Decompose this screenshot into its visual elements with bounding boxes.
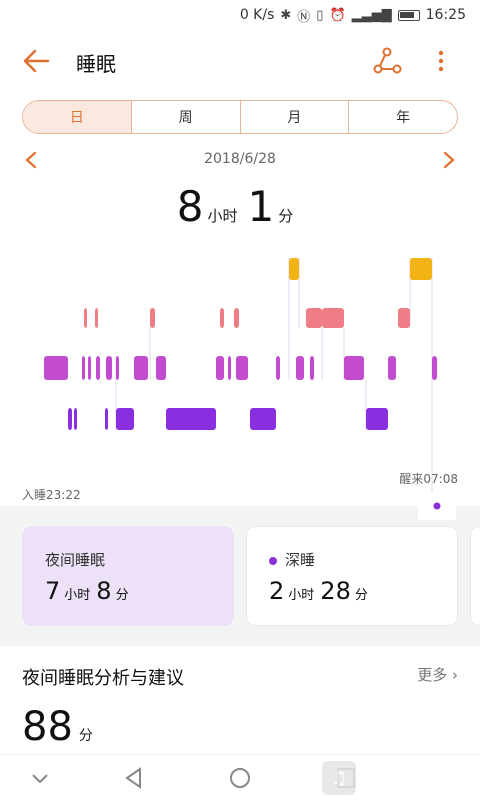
signal-icon: ▂▃▅▇ [351, 7, 392, 23]
sleep-start-label: 入睡23:22 [22, 488, 81, 502]
sleep-stage-segment-light [82, 356, 85, 380]
sleep-stage-segment-rem [150, 308, 155, 328]
night-sleep-label: 夜间睡眠 [45, 551, 106, 569]
sleep-stage-segment-rem [95, 308, 98, 328]
tab-week[interactable]: 周 [130, 101, 240, 133]
sleep-stage-segment-rem [234, 308, 239, 328]
hide-nav-icon[interactable] [26, 765, 54, 791]
sleep-stage-segment-deep [166, 408, 216, 430]
date-navigator: 2018/6/28 [0, 148, 480, 172]
sleep-stage-segment-light [88, 356, 91, 380]
deep-sleep-value: 2 小时 28 分 [269, 577, 368, 605]
share-icon[interactable] [372, 46, 402, 76]
total-hours: 8 [176, 182, 204, 231]
total-minutes: 1 [247, 182, 275, 231]
sleep-stage-segment-rem [398, 308, 410, 328]
sleep-stage-segment-light [432, 356, 437, 380]
stats-area: 夜间睡眠 7 小时 8 分 深睡 2 小时 28 分 [0, 506, 480, 646]
status-bar: 0 K/s ✱ Ⓝ ▯ ⏰ ▂▃▅▇ 16:25 [0, 0, 480, 30]
sleep-stage-segment-deep [105, 408, 108, 430]
sleep-stage-segment-light [134, 356, 148, 380]
sleep-stage-segment-rem [84, 308, 87, 328]
sleep-stage-segment-deep [250, 408, 276, 430]
sleep-stage-segment-deep [74, 408, 77, 430]
prev-date-icon[interactable] [22, 150, 40, 170]
analysis-title: 夜间睡眠分析与建议 [22, 668, 184, 689]
score-value: 88 [22, 704, 73, 750]
sleep-stage-segment-light [276, 356, 280, 380]
sleep-stage-segment-light [388, 356, 396, 380]
deep-sleep-label: 深睡 [269, 549, 315, 570]
deep-sleep-dot [269, 556, 277, 565]
period-tabs: 日 周 月 年 [22, 100, 458, 134]
alarm-icon: ⏰ [329, 7, 346, 23]
sleep-stage-segment-light [216, 356, 224, 380]
sleep-stage-segment-light [310, 356, 314, 380]
current-date: 2018/6/28 [204, 151, 276, 167]
total-hours-unit: 小时 [207, 207, 238, 225]
more-link[interactable]: 更多 › [417, 664, 458, 685]
sleep-stage-segment-deep [68, 408, 72, 430]
sleep-stage-segment-light [344, 356, 364, 380]
app-bar: 睡眠 [0, 30, 480, 92]
vibrate-icon: ▯ [316, 7, 324, 23]
network-speed: 0 K/s [239, 7, 275, 23]
sleep-stage-segment-deep [366, 408, 388, 430]
next-date-icon[interactable] [440, 150, 458, 170]
page-title: 睡眠 [76, 52, 116, 76]
sleep-stage-segment-light [106, 356, 112, 380]
tab-month[interactable]: 月 [239, 101, 349, 133]
sleep-stage-segment-light [296, 356, 304, 380]
total-minutes-unit: 分 [278, 207, 294, 225]
watermark-icon: ♫ [322, 761, 356, 795]
analysis-section: 夜间睡眠分析与建议 更多 › 88 分 [0, 646, 480, 754]
wake-up-label: 醒来07:08 [399, 472, 458, 486]
night-sleep-card[interactable]: 夜间睡眠 7 小时 8 分 [22, 526, 234, 626]
chevron-right-icon: › [452, 666, 458, 684]
tab-day[interactable]: 日 [23, 101, 131, 133]
nfc-icon: Ⓝ [297, 9, 311, 25]
clock: 16:25 [425, 7, 466, 23]
sleep-overview: 日 周 月 年 2018/6/28 8 小时 1 分 入睡23:22 醒来07:08 [0, 92, 480, 506]
watermark-logo: ♫ [322, 758, 480, 798]
next-stat-card[interactable] [470, 526, 480, 626]
sleep-stage-segment-light [44, 356, 68, 380]
sleep-stage-segment-light [96, 356, 100, 380]
sleep-stage-segment-rem [306, 308, 322, 328]
tab-year[interactable]: 年 [348, 101, 457, 133]
total-sleep: 8 小时 1 分 [0, 182, 480, 231]
timeline-handle[interactable] [418, 490, 456, 520]
sleep-stage-segment-rem [322, 308, 344, 328]
nav-home-icon[interactable] [226, 765, 254, 791]
more-options-icon[interactable] [430, 48, 452, 74]
score-unit: 分 [78, 728, 93, 744]
sleep-score: 88 分 [22, 704, 93, 750]
sleep-stage-segment-light [116, 356, 119, 380]
sleep-stage-segment-light [228, 356, 231, 380]
sleep-stage-segment-light [236, 356, 248, 380]
deep-sleep-card[interactable]: 深睡 2 小时 28 分 [246, 526, 458, 626]
bluetooth-icon: ✱ [280, 7, 292, 23]
sleep-stage-segment-awake [410, 258, 432, 280]
sleep-stage-segment-awake [289, 258, 299, 280]
back-arrow-icon[interactable] [22, 48, 50, 74]
sleep-stage-chart [44, 258, 437, 492]
sleep-stage-segment-deep [116, 408, 134, 430]
night-sleep-value: 7 小时 8 分 [45, 577, 129, 605]
sleep-stage-segment-rem [220, 308, 224, 328]
sleep-stage-segment-light [156, 356, 166, 380]
nav-back-icon[interactable] [120, 765, 148, 791]
battery-icon [397, 9, 420, 21]
